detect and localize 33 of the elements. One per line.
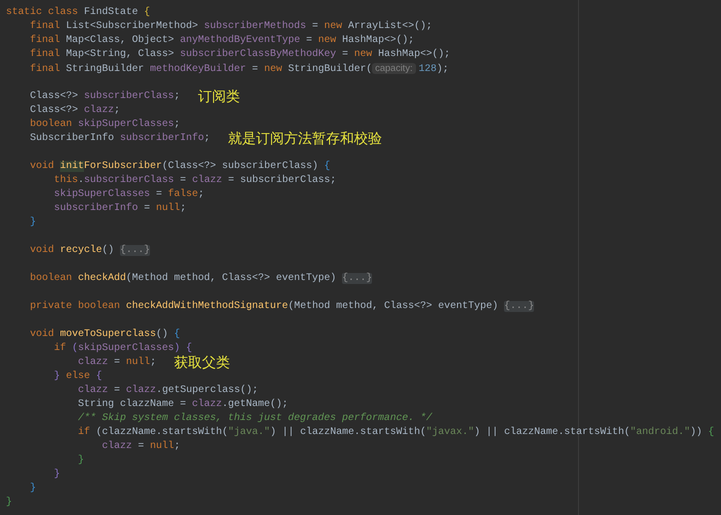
code-line: this.subscriberClass = clazz = subscriberClass; (53, 174, 336, 188)
code-line: } (29, 216, 36, 230)
code-line: } (6, 496, 12, 510)
code-line: final Map<String, Class> subscriberClassByMethodKey = new HashMap<>(); (29, 48, 450, 62)
code-line: SubscriberInfo subscriberInfo; (29, 132, 210, 146)
code-line: clazz = null; (101, 440, 180, 454)
code-line: } else { (53, 370, 102, 384)
annotation-text: 获取父类 (174, 356, 230, 370)
code-line: void moveToSuperclass() { (29, 328, 180, 342)
code-line: final Map<Class, Object> anyMethodByEventType = new HashMap<>(); (29, 34, 414, 48)
code-line: final List<SubscriberMethod> subscriberMethods = new ArrayList<>(); (29, 20, 432, 34)
code-line: void initForSubscriber(Class<?> subscriberClass) { (29, 160, 330, 174)
code-line: Class<?> subscriberClass; (29, 90, 180, 104)
code-line: if (skipSuperClasses) { (53, 342, 192, 356)
code-line: } (77, 454, 84, 468)
code-line: boolean checkAdd(Method method, Class<?> eventType) {...} (29, 272, 372, 286)
annotation-text: 就是订阅方法暂存和校验 (228, 132, 382, 146)
annotation-text: 订阅类 (198, 90, 240, 104)
code-line: Class<?> clazz; (29, 104, 120, 118)
code-line: String clazzName = clazz.getName(); (77, 398, 288, 412)
code-line: } (29, 482, 36, 496)
code-line: void recycle() {...} (29, 244, 150, 258)
code-line: private boolean checkAddWithMethodSignature(Method method, Class<?> eventType) {...} (29, 300, 534, 314)
code-line: static class FindState { (6, 6, 150, 20)
code-line: clazz = clazz.getSuperclass(); (77, 384, 258, 398)
code-line: subscriberInfo = null; (53, 202, 186, 216)
code-line: clazz = null; (77, 356, 156, 370)
code-line: if (clazzName.startsWith("java.") || clazzName.startsWith("javax.") || clazzName.startsWith("android.")) { (77, 426, 714, 440)
code-line: skipSuperClasses = false; (53, 188, 204, 202)
code-line: final StringBuilder methodKeyBuilder = new StringBuilder( capacity: 128); (29, 62, 449, 76)
code-line: } (53, 468, 60, 482)
code-line: /** Skip system classes, this just degrades performance. */ (77, 412, 432, 426)
code-line: boolean skipSuperClasses; (29, 118, 180, 132)
